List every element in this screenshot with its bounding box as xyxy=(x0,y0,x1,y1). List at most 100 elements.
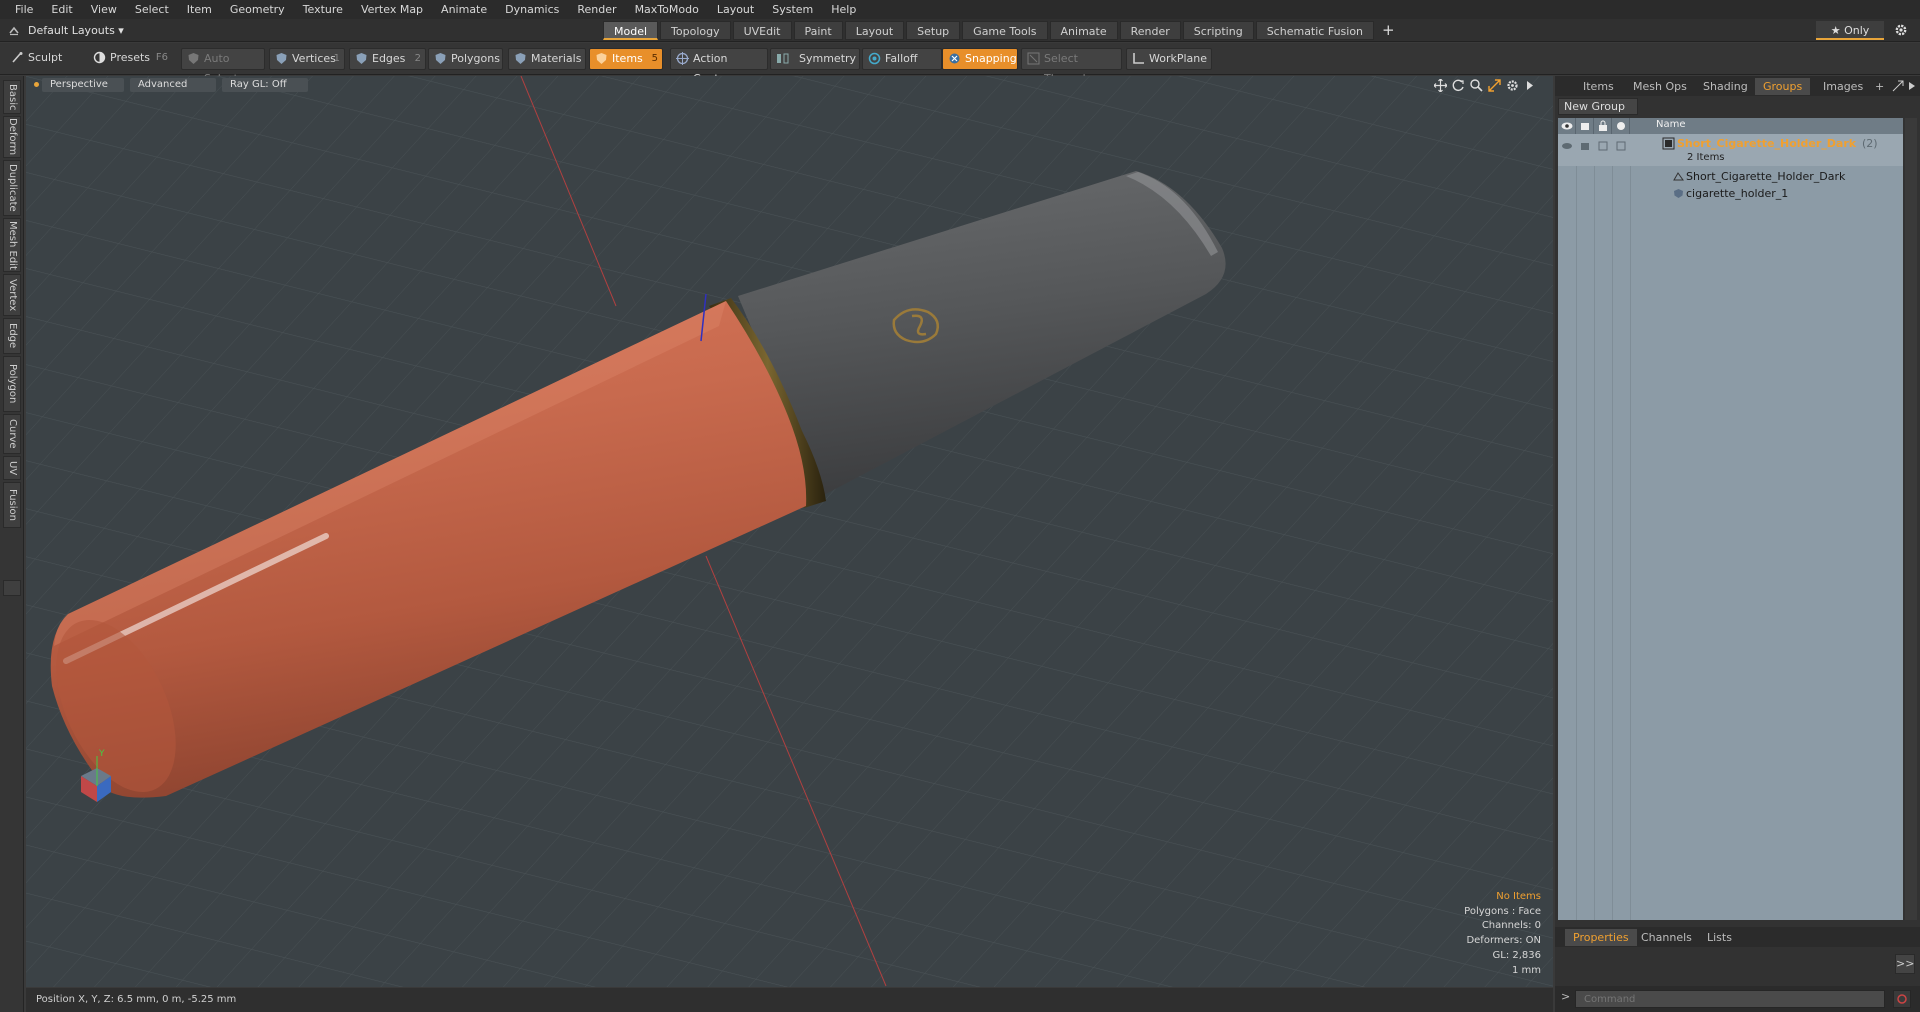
tab-uv[interactable]: UV xyxy=(3,456,21,480)
panel-tabs: Items Mesh Ops Shading Groups Images + xyxy=(1555,76,1920,96)
name-column-header[interactable]: Name xyxy=(1656,119,1686,130)
expand-panel-icon[interactable] xyxy=(1892,80,1904,92)
tab-properties[interactable]: Properties xyxy=(1565,929,1637,946)
tab-shading[interactable]: Shading xyxy=(1695,78,1756,95)
expand-button[interactable]: >> xyxy=(1895,954,1915,974)
menu-system[interactable]: System xyxy=(763,0,822,19)
tab-layout[interactable]: Layout xyxy=(844,21,905,40)
menu-dynamics[interactable]: Dynamics xyxy=(496,0,568,19)
tab-duplicate[interactable]: Duplicate xyxy=(3,160,21,216)
select-toggle-icon[interactable] xyxy=(1615,140,1627,152)
action-center-button[interactable]: Action Center xyxy=(670,48,768,85)
viewport-more-icon[interactable] xyxy=(1523,79,1536,92)
items-button[interactable]: Items 5 xyxy=(589,48,663,70)
polygons-button[interactable]: Polygons xyxy=(428,48,503,70)
tab-schematic-fusion[interactable]: Schematic Fusion xyxy=(1255,21,1375,40)
collapse-arrow-icon[interactable] xyxy=(8,24,20,36)
pan-icon[interactable] xyxy=(1434,79,1447,92)
magnet-icon xyxy=(949,53,960,64)
only-toggle-button[interactable]: ★ Only xyxy=(1816,21,1884,40)
tab-edge[interactable]: Edge xyxy=(3,318,21,354)
vertices-button[interactable]: Vertices 1 xyxy=(269,48,345,70)
layout-dropdown[interactable]: Default Layouts ▾ xyxy=(28,22,124,39)
gear-icon[interactable] xyxy=(1894,23,1908,37)
workplane-button[interactable]: WorkPlane xyxy=(1126,48,1212,70)
auto-select-button[interactable]: Auto Select xyxy=(181,48,265,85)
tab-items[interactable]: Items xyxy=(1575,78,1622,95)
tab-polygon[interactable]: Polygon xyxy=(3,356,21,412)
zoom-icon[interactable] xyxy=(1470,79,1483,92)
select-through-button[interactable]: Select Through xyxy=(1021,48,1122,85)
visibility-column[interactable] xyxy=(1558,118,1576,134)
group-row[interactable]: Short_Cigarette_Holder_Dark (2) 2 Items xyxy=(1558,134,1903,166)
shading-mode-dropdown[interactable]: Advanced xyxy=(130,78,216,92)
tab-uvedit[interactable]: UVEdit xyxy=(732,21,792,40)
tab-mesh-edit[interactable]: Mesh Edit xyxy=(3,218,21,272)
sculpt-button[interactable]: Sculpt xyxy=(6,48,86,70)
menu-layout[interactable]: Layout xyxy=(708,0,763,19)
tree-row[interactable]: cigarette_holder_1 xyxy=(1558,185,1903,202)
materials-button[interactable]: Materials xyxy=(508,48,586,70)
tab-deform[interactable]: Deform xyxy=(3,116,21,158)
tab-images[interactable]: Images xyxy=(1815,78,1871,95)
tab-basic[interactable]: Basic xyxy=(3,80,21,114)
menu-maxtomodo[interactable]: MaxToModo xyxy=(626,0,708,19)
eye-icon[interactable] xyxy=(1561,141,1573,151)
tab-mesh-ops[interactable]: Mesh Ops xyxy=(1625,78,1695,95)
menu-item[interactable]: Item xyxy=(178,0,221,19)
menu-file[interactable]: File xyxy=(6,0,42,19)
panel-scrollbar[interactable] xyxy=(1905,118,1917,920)
menu-help[interactable]: Help xyxy=(822,0,865,19)
lock-column[interactable] xyxy=(1594,118,1612,134)
tab-render[interactable]: Render xyxy=(1119,21,1181,40)
tab-paint[interactable]: Paint xyxy=(793,21,843,40)
raygl-dropdown[interactable]: Ray GL: Off xyxy=(222,78,308,92)
3d-viewport[interactable]: Y Perspective Advanced Ray GL: Off No It… xyxy=(26,76,1553,987)
symmetry-button[interactable]: Symmetry xyxy=(770,48,860,70)
menu-texture[interactable]: Texture xyxy=(294,0,352,19)
group-count: (2) xyxy=(1862,137,1878,150)
tab-curve[interactable]: Curve xyxy=(3,414,21,454)
falloff-button[interactable]: Falloff xyxy=(862,48,942,70)
materials-label: Materials xyxy=(531,52,582,65)
tab-animate[interactable]: Animate xyxy=(1049,21,1118,40)
render-icon[interactable] xyxy=(1579,140,1591,152)
snapping-button[interactable]: Snapping xyxy=(942,48,1018,70)
menu-render[interactable]: Render xyxy=(568,0,625,19)
tab-topology[interactable]: Topology xyxy=(660,21,731,40)
tab-channels[interactable]: Channels xyxy=(1633,929,1700,946)
menu-edit[interactable]: Edit xyxy=(42,0,81,19)
view-perspective-dropdown[interactable]: Perspective xyxy=(42,78,124,92)
viewport-settings-icon[interactable] xyxy=(1506,79,1519,92)
tab-setup[interactable]: Setup xyxy=(906,21,961,40)
tree-row[interactable]: Short_Cigarette_Holder_Dark xyxy=(1558,168,1903,185)
menu-animate[interactable]: Animate xyxy=(432,0,496,19)
tab-fusion[interactable]: Fusion xyxy=(3,482,21,528)
presets-button[interactable]: Presets F6 xyxy=(88,48,172,70)
maximize-viewport-icon[interactable] xyxy=(1488,79,1501,92)
strip-toggle-button[interactable] xyxy=(3,580,21,596)
tab-vertex[interactable]: Vertex xyxy=(3,274,21,316)
new-group-button[interactable]: New Group xyxy=(1558,98,1638,115)
menu-view[interactable]: View xyxy=(82,0,126,19)
record-button[interactable] xyxy=(1893,990,1911,1008)
tab-model[interactable]: Model xyxy=(603,21,659,40)
edges-button[interactable]: Edges 2 xyxy=(349,48,426,70)
tab-scripting[interactable]: Scripting xyxy=(1182,21,1254,40)
select-column[interactable] xyxy=(1612,118,1630,134)
render-column[interactable] xyxy=(1576,118,1594,134)
menu-vertex-map[interactable]: Vertex Map xyxy=(352,0,432,19)
command-input[interactable] xyxy=(1575,990,1885,1008)
add-tab-button[interactable]: + xyxy=(1376,21,1401,40)
menu-geometry[interactable]: Geometry xyxy=(221,0,294,19)
lock-toggle-icon[interactable] xyxy=(1597,140,1609,152)
tab-lists[interactable]: Lists xyxy=(1699,929,1740,946)
panel-menu-icon[interactable] xyxy=(1907,80,1917,92)
tab-groups[interactable]: Groups xyxy=(1755,78,1811,95)
rotate-icon[interactable] xyxy=(1452,79,1465,92)
menu-select[interactable]: Select xyxy=(126,0,178,19)
add-panel-tab-button[interactable]: + xyxy=(1867,78,1892,95)
tab-game-tools[interactable]: Game Tools xyxy=(962,21,1048,40)
vertices-shortcut: 1 xyxy=(333,53,340,64)
viewport-menu-dot[interactable] xyxy=(34,82,39,87)
